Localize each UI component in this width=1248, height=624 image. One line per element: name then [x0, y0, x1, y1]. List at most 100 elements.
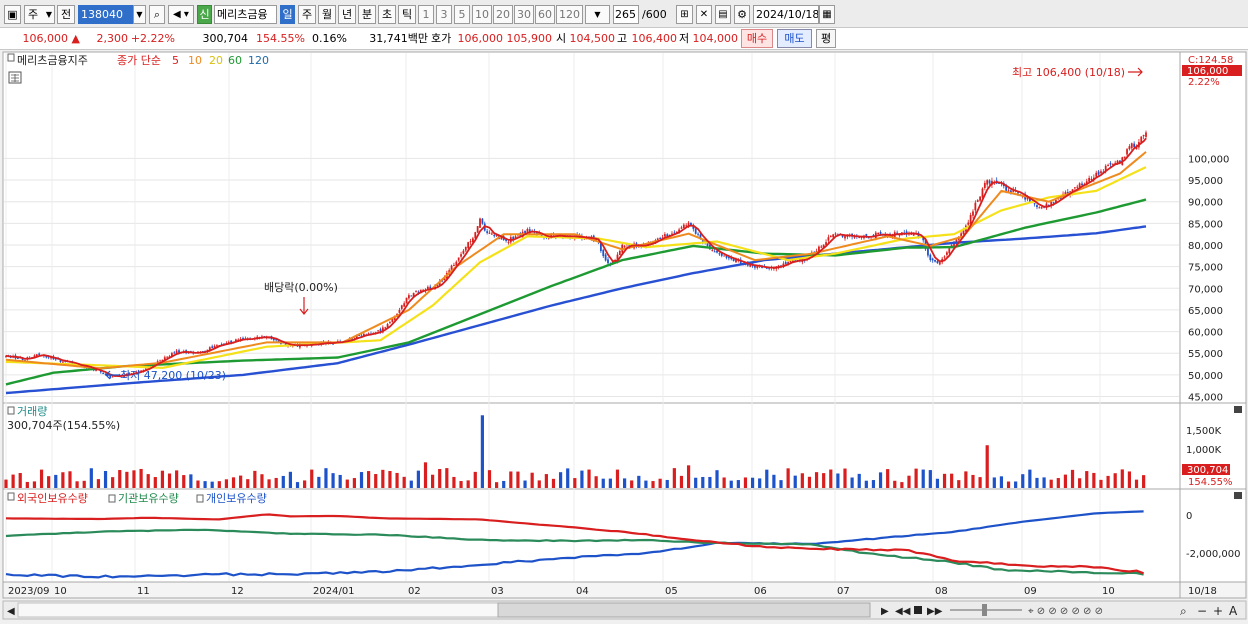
minute-120[interactable]: 120: [556, 5, 583, 24]
period-day[interactable]: 일: [280, 5, 295, 24]
minute-5[interactable]: 5: [454, 5, 470, 24]
price-tick-label: 75,000: [1188, 263, 1223, 274]
price-tick-label: 85,000: [1188, 219, 1223, 230]
volume-panel-title: 거래량: [17, 405, 47, 418]
code-dropdown-icon[interactable]: ▼: [133, 5, 146, 24]
volume-bar: [338, 474, 342, 488]
text-tool-icon[interactable]: A: [1229, 604, 1238, 618]
high-price: 106,400: [631, 32, 678, 45]
type-button[interactable]: 전: [57, 5, 75, 24]
trade-amount: 31,741백만: [369, 32, 428, 45]
zoom-out-icon[interactable]: −: [1197, 604, 1207, 618]
sound-icon[interactable]: ◀ ▾: [168, 5, 194, 24]
period-year[interactable]: 년: [338, 5, 356, 24]
window-menu-icon[interactable]: ▣: [4, 5, 21, 24]
period-second[interactable]: 초: [378, 5, 396, 24]
volume-bar: [75, 481, 79, 488]
volume-bar: [502, 480, 506, 488]
volume-bar: [644, 480, 648, 488]
settings-gear-icon[interactable]: ⚙: [734, 5, 750, 24]
candle-body: [1033, 203, 1036, 205]
date-input[interactable]: 2024/10/18: [753, 5, 819, 24]
save-icon[interactable]: ▤: [715, 5, 731, 24]
date-tick-label: 06: [754, 586, 767, 597]
candle-body: [943, 256, 946, 258]
volume-bar: [658, 478, 662, 488]
volume-bar: [47, 476, 51, 488]
ma20-label: 20: [209, 54, 223, 67]
volume-bar: [324, 468, 328, 488]
volume-bar: [182, 475, 186, 488]
candle-type-icon[interactable]: ⊞: [676, 5, 693, 24]
count-input[interactable]: 265: [613, 5, 639, 24]
volume-bar: [509, 471, 513, 488]
sell-button[interactable]: 매도: [777, 29, 812, 48]
buy-button[interactable]: 매수: [741, 29, 773, 48]
calendar-icon[interactable]: ▦: [819, 5, 835, 24]
period-week[interactable]: 주: [298, 5, 316, 24]
search-icon[interactable]: ⌕: [149, 5, 165, 24]
candle-body: [834, 233, 837, 235]
volume-bar: [594, 476, 598, 488]
high-annotation: 최고 106,400 (10/18): [1012, 66, 1125, 79]
stock-code-input[interactable]: 138040: [78, 5, 133, 24]
candle-body: [938, 262, 941, 265]
period-month[interactable]: 월: [318, 5, 336, 24]
volume-bar: [1035, 477, 1039, 488]
date-tick-label: 2024/01: [313, 586, 355, 597]
scroll-right-arrow[interactable]: ▶: [881, 606, 889, 617]
panel-close-icon[interactable]: [1234, 406, 1242, 413]
scroll-track[interactable]: [17, 602, 499, 618]
zoom-search-icon[interactable]: ⌕: [1180, 604, 1187, 618]
volume-bar: [303, 480, 307, 488]
minute-1[interactable]: 1: [418, 5, 434, 24]
rewind-icon[interactable]: ◀◀: [895, 606, 911, 617]
candle-body: [1123, 156, 1126, 158]
evaluate-button[interactable]: 평: [816, 29, 836, 48]
volume-bar: [203, 481, 207, 488]
scroll-thumb[interactable]: [497, 602, 871, 618]
date-tick-label: 02: [408, 586, 421, 597]
minute-60[interactable]: 60: [535, 5, 555, 24]
minute-30[interactable]: 30: [514, 5, 534, 24]
volume-bar: [423, 462, 428, 488]
scroll-left-arrow[interactable]: ◀: [7, 606, 15, 617]
ma10-label: 10: [188, 54, 202, 67]
fast-forward-icon[interactable]: ▶▶: [927, 606, 943, 617]
market-select[interactable]: 주 ▼: [24, 5, 55, 24]
volume-bar: [11, 474, 15, 488]
volume-bar: [722, 477, 726, 488]
crosshair-icon[interactable]: ✕: [696, 5, 712, 24]
period-tick[interactable]: 틱: [398, 5, 416, 24]
zoom-in-icon[interactable]: +: [1213, 604, 1223, 618]
candle-body: [1107, 164, 1109, 166]
interval-dropdown-icon[interactable]: ▼: [585, 5, 610, 24]
indicator-label: 종가 단순: [117, 54, 161, 67]
volume-bar: [694, 477, 698, 488]
minute-3[interactable]: 3: [436, 5, 452, 24]
volume-bar: [1042, 477, 1046, 488]
candle-body: [723, 255, 726, 257]
volume-bar: [118, 470, 122, 488]
candle-body: [481, 218, 484, 224]
candle-body: [604, 254, 607, 261]
chart-svg[interactable]: 메리츠금융지주 종가 단순 5 10 20 60 120 최고 106,400 …: [0, 51, 1248, 621]
volume-bar: [189, 474, 193, 488]
volume-bar: [466, 480, 470, 488]
date-tick-label: 11: [137, 586, 150, 597]
minute-10[interactable]: 10: [472, 5, 492, 24]
volume-bar: [864, 480, 868, 488]
period-minute[interactable]: 분: [358, 5, 376, 24]
ma60-label: 60: [228, 54, 242, 67]
volume-bar: [39, 469, 44, 488]
candle-body: [507, 241, 510, 243]
date-tick-label: 05: [665, 586, 678, 597]
stop-icon[interactable]: [914, 606, 922, 614]
drawing-tools-icon[interactable]: ⌖ ⊘ ⊘ ⊘ ⊘ ⊘ ⊘: [1028, 606, 1103, 617]
volume-bar: [431, 474, 435, 488]
volume-bar: [715, 470, 719, 488]
zoom-slider-handle[interactable]: [982, 604, 987, 616]
minute-20[interactable]: 20: [493, 5, 513, 24]
volume-bar: [25, 481, 29, 488]
panel-close-icon[interactable]: [1234, 492, 1242, 499]
